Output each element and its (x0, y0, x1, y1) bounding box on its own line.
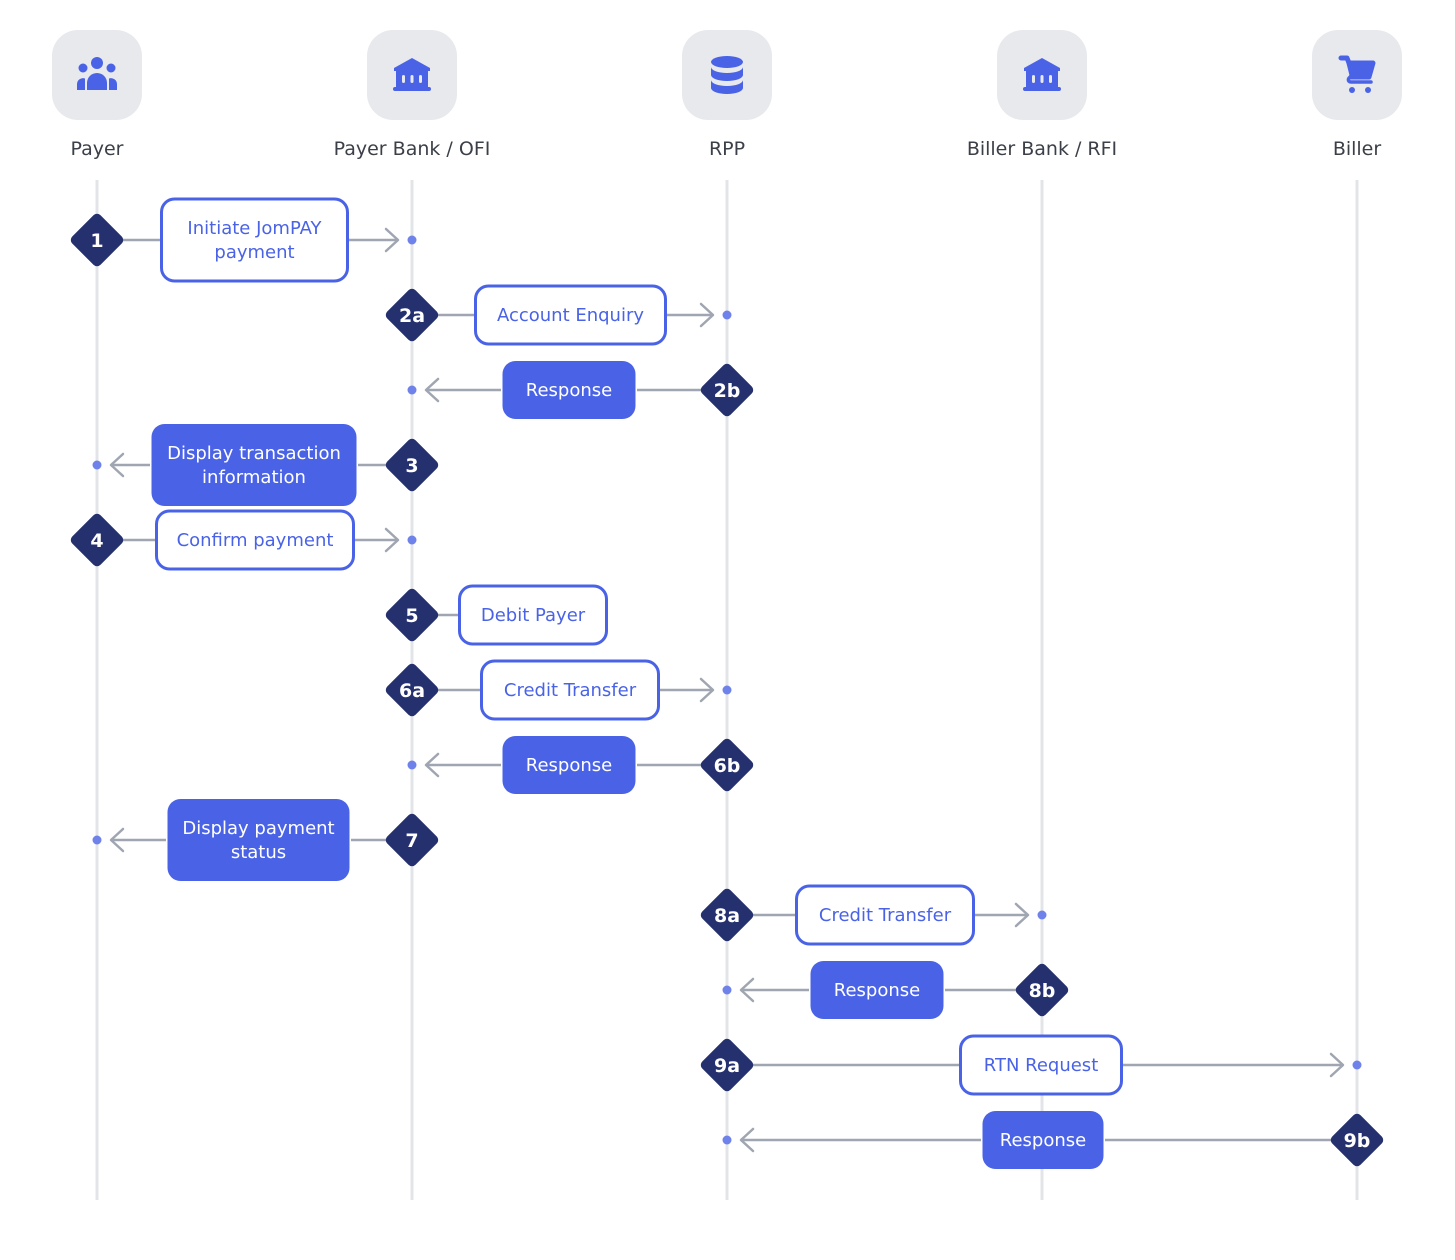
step-box (160, 197, 349, 283)
endpoint-dot (1352, 1060, 1362, 1070)
step-label: Debit Payer (481, 605, 586, 626)
step-number: 3 (405, 455, 418, 477)
step-number: 7 (405, 830, 418, 852)
endpoint-dot (722, 985, 732, 995)
step-number: 5 (405, 605, 418, 627)
endpoint-dot (407, 535, 417, 545)
step-label: RTN Request (984, 1055, 1099, 1076)
endpoint-dot (722, 1135, 732, 1145)
step-number: 1 (90, 230, 103, 252)
step-number: 6b (714, 755, 741, 777)
step-box (151, 424, 357, 506)
endpoint-dot (407, 235, 417, 245)
endpoint-dot (92, 460, 102, 470)
step-label: Initiate JomPAY (187, 218, 322, 239)
endpoint-dot (1037, 910, 1047, 920)
step-label: Response (834, 980, 920, 1001)
step-label: Response (526, 380, 612, 401)
step-number: 9b (1344, 1130, 1371, 1152)
endpoint-dot (92, 835, 102, 845)
step-label: Display transaction (167, 443, 341, 464)
sequence-diagram: Initiate JomPAY payment 1 Account Enquiry 2a… (70, 180, 1384, 1200)
step-number: 8a (714, 905, 740, 927)
step-label: Display payment (182, 818, 334, 839)
step-label: information (202, 467, 306, 488)
step-label: Response (1000, 1130, 1086, 1151)
step-label: Credit Transfer (504, 680, 637, 701)
step-number: 4 (90, 530, 103, 552)
endpoint-dot (722, 685, 732, 695)
step-number: 2b (714, 380, 741, 402)
step-label: payment (214, 242, 294, 263)
step-label: Confirm payment (177, 530, 334, 551)
step-label: Account Enquiry (497, 305, 644, 326)
step-box (167, 799, 350, 881)
endpoint-dot (407, 385, 417, 395)
step-label: Response (526, 755, 612, 776)
step-label: Credit Transfer (819, 905, 952, 926)
endpoint-dot (407, 760, 417, 770)
step-number: 9a (714, 1055, 740, 1077)
step-number: 2a (399, 305, 425, 327)
step-label: status (231, 842, 286, 863)
endpoint-dot (722, 310, 732, 320)
step-number: 8b (1029, 980, 1056, 1002)
step-number: 6a (399, 680, 425, 702)
